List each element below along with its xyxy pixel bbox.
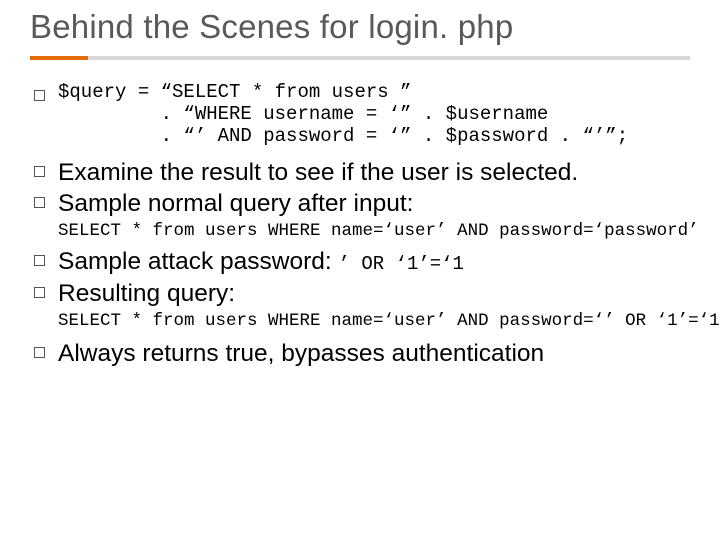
accent-divider xyxy=(30,56,690,60)
bullet-icon xyxy=(34,197,45,208)
code-line-1: $query = “SELECT * from users ” xyxy=(58,81,411,103)
bullet-text: Examine the result to see if the user is… xyxy=(58,158,578,188)
page-title: Behind the Scenes for login. php xyxy=(30,8,690,46)
bullet-icon xyxy=(34,287,45,298)
code-line-3: . “’ AND password = ‘” . $password . “’”… xyxy=(58,125,628,147)
bullet-icon xyxy=(34,347,45,358)
code-line-2: . “WHERE username = ‘” . $username xyxy=(58,103,548,125)
bullet-icon xyxy=(34,255,45,266)
slide-content: $query = “SELECT * from users ” . “WHERE… xyxy=(30,82,690,369)
sql-normal: SELECT * from users WHERE name=‘user’ AN… xyxy=(58,221,690,241)
bullet-code: $query = “SELECT * from users ” . “WHERE… xyxy=(34,82,690,148)
bullet-sample-normal: Sample normal query after input: xyxy=(34,189,690,219)
bullet-text: Sample normal query after input: xyxy=(58,189,413,219)
sql-attack: SELECT * from users WHERE name=‘user’ AN… xyxy=(58,311,690,331)
bullet-icon xyxy=(34,166,45,177)
bullet-icon xyxy=(34,90,45,101)
bullet-resulting: Resulting query: xyxy=(34,279,690,309)
bullet-text: Resulting query: xyxy=(58,279,235,309)
bullet-always: Always returns true, bypasses authentica… xyxy=(34,339,690,369)
code-block: $query = “SELECT * from users ” . “WHERE… xyxy=(58,82,690,148)
attack-code: ’ OR ‘1’=‘1 xyxy=(339,253,464,275)
attack-label: Sample attack password: xyxy=(58,248,339,275)
slide: Behind the Scenes for login. php $query … xyxy=(0,0,720,540)
bullet-text: Always returns true, bypasses authentica… xyxy=(58,339,544,369)
bullet-text: Sample attack password: ’ OR ‘1’=‘1 xyxy=(58,247,464,277)
bullet-examine: Examine the result to see if the user is… xyxy=(34,158,690,188)
bullet-sample-attack: Sample attack password: ’ OR ‘1’=‘1 xyxy=(34,247,690,277)
